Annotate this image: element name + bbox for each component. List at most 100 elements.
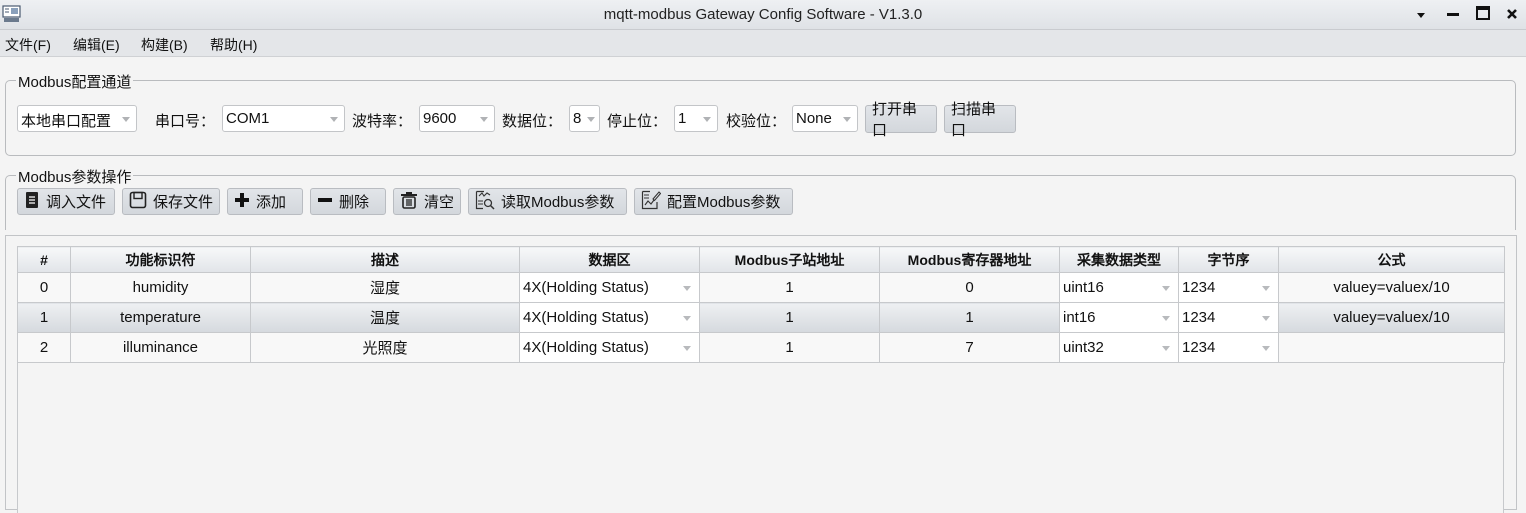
button-label: 保存文件 [153, 194, 214, 211]
open-port-button[interactable]: 打开串口 [865, 101, 937, 139]
column-header-description[interactable]: 描述 [250, 246, 520, 273]
cell-formula[interactable]: valuey=valuex/10 [1278, 302, 1505, 333]
chevron-down-icon [703, 117, 711, 122]
cell-data-area-select[interactable]: 4X(Holding Status) [519, 272, 700, 303]
table-row[interactable]: 2 illuminance 光照度 4X(Holding Status) 1 7… [17, 332, 1505, 363]
databits-select[interactable]: 8 [569, 105, 600, 132]
save-file-button[interactable]: 保存文件 [122, 188, 220, 215]
cell-register-address[interactable]: 7 [879, 332, 1060, 363]
selected-value: COM1 [226, 110, 270, 127]
button-label: 清空 [424, 194, 455, 211]
import-file-button[interactable]: 调入文件 [17, 188, 115, 215]
cell-index[interactable]: 1 [17, 302, 71, 333]
selected-value: None [796, 110, 832, 127]
minimize-button[interactable] [1442, 4, 1464, 26]
window-menu-button[interactable] [1410, 4, 1432, 26]
cell-byte-order-select[interactable]: 1234 [1178, 302, 1279, 333]
chevron-down-icon [1262, 346, 1270, 351]
menu-edit[interactable]: 编辑(E) [73, 35, 120, 55]
chevron-down-icon [480, 117, 488, 122]
column-header-index[interactable]: # [17, 246, 71, 273]
maximize-icon [1476, 6, 1490, 24]
stopbits-select[interactable]: 1 [674, 105, 718, 132]
menu-help[interactable]: 帮助(H) [210, 35, 257, 55]
cell-data-type-select[interactable]: uint16 [1059, 272, 1179, 303]
scan-port-button[interactable]: 扫描串口 [944, 101, 1016, 139]
minus-icon [317, 192, 339, 212]
column-header-identifier[interactable]: 功能标识符 [70, 246, 251, 273]
selected-value: uint32 [1063, 339, 1104, 356]
selected-value: 本地串口配置 [21, 113, 112, 130]
save-icon [129, 191, 153, 213]
selected-value: int16 [1063, 309, 1096, 326]
cell-formula[interactable]: valuey=valuex/10 [1278, 272, 1505, 303]
cell-byte-order-select[interactable]: 1234 [1178, 272, 1279, 303]
cell-description[interactable]: 光照度 [250, 332, 520, 363]
chevron-down-icon [1262, 316, 1270, 321]
chevron-down-icon [683, 316, 691, 321]
cell-slave-address[interactable]: 1 [699, 272, 880, 303]
write-modbus-params-button[interactable]: 配置Modbus参数 [634, 188, 793, 215]
cell-register-address[interactable]: 0 [879, 272, 1060, 303]
cell-identifier[interactable]: temperature [70, 302, 251, 333]
column-header-data-area[interactable]: 数据区 [519, 246, 700, 273]
cell-index[interactable]: 0 [17, 272, 71, 303]
column-header-register-address[interactable]: Modbus寄存器地址 [879, 246, 1060, 273]
channel-mode-select[interactable]: 本地串口配置 [17, 105, 137, 132]
chevron-down-icon [1162, 346, 1170, 351]
button-label: 打开串口 [872, 101, 918, 139]
selected-value: 1234 [1182, 309, 1216, 326]
selected-value: 9600 [423, 110, 457, 127]
cell-slave-address[interactable]: 1 [699, 332, 880, 363]
column-header-formula[interactable]: 公式 [1278, 246, 1505, 273]
table-row[interactable]: 0 humidity 湿度 4X(Holding Status) 1 0 uin… [17, 272, 1505, 303]
selected-value: 4X(Holding Status) [523, 279, 649, 296]
parity-select[interactable]: None [792, 105, 858, 132]
selected-value: 1 [678, 110, 687, 127]
add-button[interactable]: 添加 [227, 188, 303, 215]
modbus-params-table: # 功能标识符 描述 数据区 Modbus子站地址 Modbus寄存器地址 采集… [17, 246, 1505, 363]
port-label: 串口号： [155, 113, 216, 130]
cell-formula[interactable] [1278, 332, 1505, 363]
selected-value: 1234 [1182, 279, 1216, 296]
title-bar: mqtt-modbus Gateway Config Software - V1… [0, 0, 1526, 30]
selected-value: uint16 [1063, 279, 1104, 296]
cell-index[interactable]: 2 [17, 332, 71, 363]
cell-byte-order-select[interactable]: 1234 [1178, 332, 1279, 363]
baud-select[interactable]: 9600 [419, 105, 495, 132]
plus-icon [234, 192, 256, 212]
cell-description[interactable]: 温度 [250, 302, 520, 333]
cell-data-area-select[interactable]: 4X(Holding Status) [519, 332, 700, 363]
cell-data-area-select[interactable]: 4X(Holding Status) [519, 302, 700, 333]
table-row[interactable]: 1 temperature 温度 4X(Holding Status) 1 1 … [17, 302, 1505, 333]
port-select[interactable]: COM1 [222, 105, 345, 132]
read-modbus-params-button[interactable]: 读取Modbus参数 [468, 188, 627, 215]
minimize-icon [1447, 7, 1459, 24]
maximize-button[interactable] [1472, 4, 1494, 26]
delete-button[interactable]: 删除 [310, 188, 386, 215]
window-title: mqtt-modbus Gateway Config Software - V1… [603, 6, 923, 23]
chevron-down-icon [587, 117, 595, 122]
cell-identifier[interactable]: humidity [70, 272, 251, 303]
column-header-slave-address[interactable]: Modbus子站地址 [699, 246, 880, 273]
cell-slave-address[interactable]: 1 [699, 302, 880, 333]
selected-value: 8 [573, 110, 582, 127]
cell-description[interactable]: 湿度 [250, 272, 520, 303]
chevron-down-icon [683, 346, 691, 351]
close-button[interactable] [1501, 4, 1523, 26]
menu-bar: 文件(F) 编辑(E) 构建(B) 帮助(H) [0, 30, 1526, 57]
cell-data-type-select[interactable]: int16 [1059, 302, 1179, 333]
chevron-down-icon [1416, 7, 1426, 24]
column-header-data-type[interactable]: 采集数据类型 [1059, 246, 1179, 273]
button-label: 添加 [256, 194, 287, 211]
button-label: 调入文件 [46, 194, 107, 211]
selected-value: 4X(Holding Status) [523, 309, 649, 326]
column-header-byte-order[interactable]: 字节序 [1178, 246, 1279, 273]
cell-register-address[interactable]: 1 [879, 302, 1060, 333]
cell-identifier[interactable]: illuminance [70, 332, 251, 363]
cell-data-type-select[interactable]: uint32 [1059, 332, 1179, 363]
menu-file[interactable]: 文件(F) [5, 35, 51, 55]
clear-button[interactable]: 清空 [393, 188, 461, 215]
baud-label: 波特率： [352, 113, 413, 130]
menu-build[interactable]: 构建(B) [141, 35, 188, 55]
